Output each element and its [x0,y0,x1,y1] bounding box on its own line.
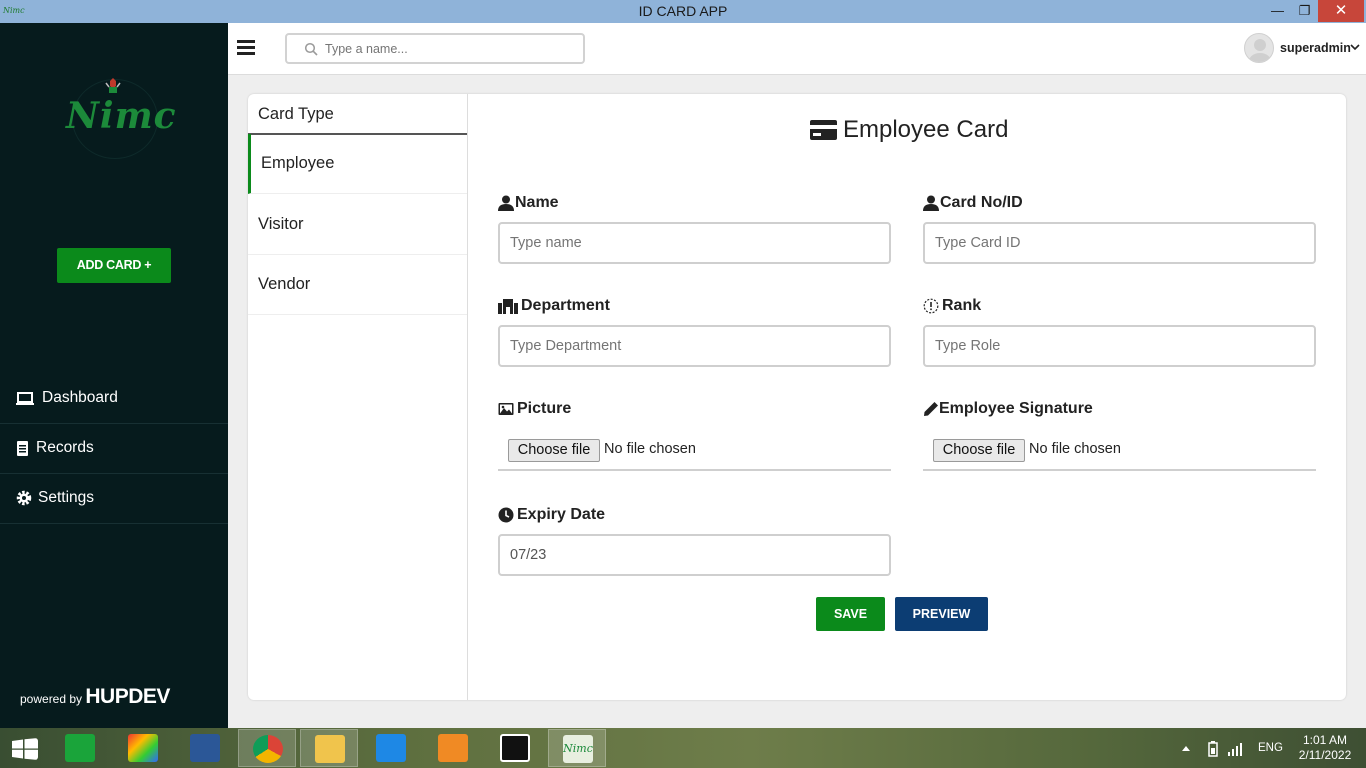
taskbar-media-player[interactable] [424,729,482,767]
preview-button[interactable]: PREVIEW [895,597,988,631]
user-icon [923,195,939,211]
maximize-button[interactable]: ❐ [1291,0,1318,22]
user-icon [498,195,514,211]
signature-file-status: No file chosen [1029,441,1121,457]
picture-file-status: No file chosen [604,441,696,457]
image-icon [498,403,514,415]
card-type-employee[interactable]: Employee [248,134,467,194]
powered-prefix: powered by [20,692,83,706]
close-button[interactable]: ✕ [1318,0,1364,22]
document-icon [17,441,28,456]
vscode-icon [376,734,406,762]
minimize-button[interactable]: — [1264,0,1291,22]
windows-taskbar: Nimc ENG 1:01 AM 2/11/2022 [0,728,1366,768]
username: superadmin [1280,41,1351,55]
credit-card-icon [810,120,837,140]
taskbar-word[interactable] [176,729,234,767]
avatar [1244,33,1274,63]
info-circle-icon [923,298,939,314]
department-input[interactable] [498,325,891,367]
card-id-input[interactable] [923,222,1316,264]
clock-date: 2/11/2022 [1298,748,1352,762]
folder-icon [315,735,345,763]
b-app-icon [500,734,530,762]
taskbar-vscode[interactable] [362,729,420,767]
choose-picture-button[interactable]: Choose file [508,439,600,462]
save-button[interactable]: SAVE [816,597,885,631]
taskbar-chrome[interactable] [238,729,296,767]
window-title: ID CARD APP [638,3,728,19]
sidebar-item-label: Settings [38,489,95,506]
sidebar-item-label: Records [36,439,94,456]
tray-expand-icon[interactable] [1181,744,1191,752]
card-form-panel: Card Type Employee Visitor Vendor Employ… [248,94,1346,700]
powered-brand: HUPDEV [85,685,170,708]
store-icon [65,734,95,762]
taskbar-b-app[interactable] [486,729,544,767]
signature-file-input[interactable]: Choose file No file chosen [923,429,1316,471]
expiry-date-input[interactable] [498,534,891,576]
avatar-user-icon [1249,39,1271,62]
card-type-list: Card Type Employee Visitor Vendor [248,94,468,700]
search-input[interactable] [325,40,575,58]
powered-by: powered by HUPDEV [20,685,170,709]
gear-icon [16,490,32,506]
card-type-label: Visitor [258,215,304,233]
taskbar-photo-app[interactable] [114,729,172,767]
card-type-label: Vendor [258,275,311,293]
building-icon [498,299,518,314]
system-clock[interactable]: 1:01 AM 2/11/2022 [1290,733,1360,763]
card-type-vendor[interactable]: Vendor [248,255,467,315]
chrome-icon [253,735,283,763]
name-input[interactable] [498,222,891,264]
signal-icon[interactable] [1228,742,1244,756]
sidebar-item-settings[interactable]: Settings [0,474,228,524]
coat-of-arms-icon [105,78,121,93]
word-icon [190,734,220,762]
photo-app-icon [128,734,158,762]
nimc-app-icon: Nimc [563,735,593,763]
taskbar-id-card-app[interactable]: Nimc [548,729,606,767]
language-indicator[interactable]: ENG [1258,742,1283,754]
sidebar-item-label: Dashboard [42,389,118,406]
clock-time: 1:01 AM [1302,733,1348,747]
form-title-text: Employee Card [843,116,1009,143]
taskbar-file-explorer[interactable] [300,729,358,767]
battery-icon[interactable] [1208,741,1218,757]
window-titlebar: Nimc ID CARD APP — ❐ ✕ [0,0,1366,23]
windows-logo-icon [12,738,38,760]
media-player-icon [438,734,468,762]
pencil-icon [924,402,938,416]
taskbar-store[interactable] [51,729,109,767]
sidebar: Nimc ADD CARD + Dashboard Records Settin… [0,23,228,728]
search-box[interactable] [285,33,585,64]
choose-signature-button[interactable]: Choose file [933,439,1025,462]
laptop-icon [16,392,34,405]
clock-icon [498,507,514,523]
rank-input[interactable] [923,325,1316,367]
nimc-logo: Nimc [58,73,176,163]
start-button[interactable] [0,729,58,767]
hamburger-menu-icon[interactable] [237,40,255,56]
card-type-heading: Card Type [258,105,334,123]
sidebar-item-dashboard[interactable]: Dashboard [0,374,228,424]
card-type-label: Employee [261,154,335,172]
search-icon [304,42,318,56]
sidebar-item-records[interactable]: Records [0,424,228,474]
logo-wordmark: Nimc [66,95,177,137]
add-card-button[interactable]: ADD CARD + [57,248,171,283]
card-type-visitor[interactable]: Visitor [248,195,467,255]
picture-file-input[interactable]: Choose file No file chosen [498,429,891,471]
chevron-down-icon [1350,44,1360,51]
top-header: superadmin [228,23,1366,75]
